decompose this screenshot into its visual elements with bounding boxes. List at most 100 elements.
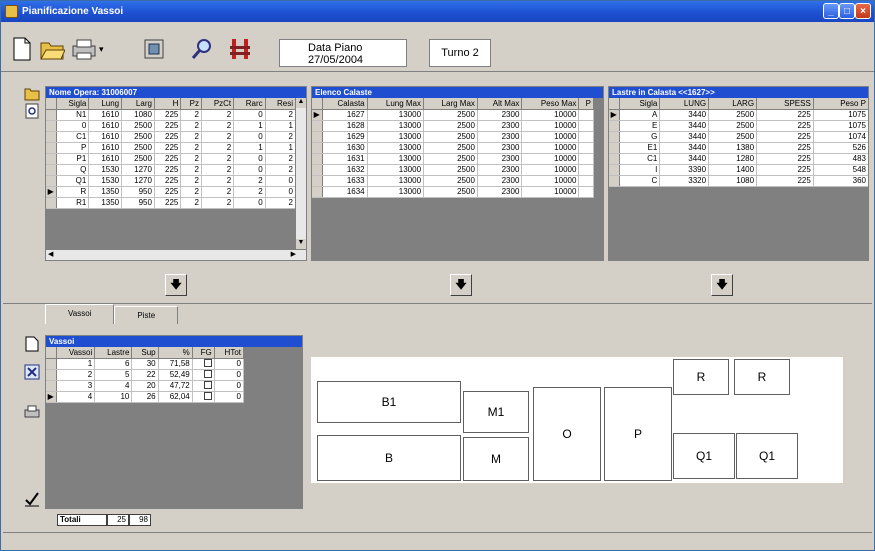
table-cell[interactable]: 6 [94,358,133,370]
row-indicator[interactable]: ▶ [46,391,57,403]
table-cell[interactable]: Q1 [56,175,90,187]
table-cell[interactable]: 225 [756,142,814,154]
table-cell[interactable]: R [56,186,90,198]
table-cell[interactable]: 13000 [367,164,425,176]
table-cell[interactable] [578,175,594,187]
table-cell[interactable] [578,142,594,154]
table-cell[interactable]: 225 [154,186,182,198]
table-cell[interactable]: 1627 [322,109,368,121]
table-row[interactable]: 1628 13000 2500 2300 10000 [312,120,594,132]
confirm-check-icon[interactable] [23,490,41,508]
table-cell[interactable]: 1610 [88,120,123,132]
table-cell[interactable]: E1 [619,142,661,154]
open-folder-icon[interactable] [39,36,65,62]
table-cell[interactable]: 548 [813,164,868,176]
fg-checkbox[interactable] [203,369,212,378]
table-cell[interactable]: 225 [154,197,182,209]
table-cell[interactable]: 20 [131,380,159,392]
table-cell[interactable]: 1380 [708,142,758,154]
table-cell[interactable]: 1080 [708,175,758,187]
table-cell[interactable]: 3320 [659,175,710,187]
table-cell[interactable]: 13000 [367,120,425,132]
table-row[interactable]: Q1 1530 1270 225 2 2 2 0 [46,175,297,187]
table-cell[interactable]: 2 [180,142,202,154]
plate-b[interactable]: B [317,435,461,481]
table-cell[interactable]: 225 [756,175,814,187]
table-cell[interactable]: 2500 [708,131,758,143]
table-row[interactable]: I 3390 1400 225 548 [609,164,868,176]
row-indicator[interactable] [46,380,57,392]
table-cell[interactable]: 2300 [477,109,523,121]
plate-o[interactable]: O [533,387,601,481]
table-cell[interactable] [578,109,594,121]
table-cell[interactable] [578,186,594,198]
table-row[interactable]: ▶ R 1350 950 225 2 2 2 0 [46,186,297,198]
minimize-button[interactable]: _ [823,3,839,19]
table-cell[interactable]: 2 [201,153,235,165]
table-cell[interactable]: 2 [265,109,297,121]
table-row[interactable]: C 3320 1080 225 360 [609,175,868,187]
table-cell[interactable]: 1629 [322,131,368,143]
new-vassoio-icon[interactable] [23,335,41,353]
table-cell[interactable]: 2 [56,369,96,381]
column-header[interactable]: LARG [708,98,758,110]
export-icon[interactable] [141,36,167,62]
table-cell[interactable]: C1 [619,153,661,165]
table-row[interactable]: 1632 13000 2500 2300 10000 [312,164,594,176]
table-cell[interactable]: 2 [265,131,297,143]
table-cell[interactable]: 1634 [322,186,368,198]
table-cell[interactable]: 1075 [813,120,868,132]
column-header[interactable]: Calasta [322,98,368,110]
table-cell[interactable]: 2500 [423,120,478,132]
table-cell[interactable]: 13000 [367,153,425,165]
table-cell[interactable]: 1631 [322,153,368,165]
table-cell[interactable]: 1530 [88,164,123,176]
table-cell[interactable] [578,164,594,176]
table-cell[interactable]: 1350 [88,186,123,198]
table-cell[interactable]: P1 [56,153,90,165]
table-cell[interactable]: 0 [265,175,297,187]
row-indicator[interactable] [312,142,323,154]
table-cell[interactable]: 1632 [322,164,368,176]
table-cell[interactable]: 2500 [121,120,155,132]
column-header[interactable]: % [158,347,193,359]
table-cell[interactable]: 225 [154,153,182,165]
row-indicator[interactable] [312,153,323,165]
column-header[interactable]: Rarc [233,98,266,110]
table-cell[interactable]: 2300 [477,186,523,198]
row-indicator[interactable]: ▶ [46,186,57,198]
table-cell[interactable] [578,153,594,165]
row-indicator[interactable] [609,131,620,143]
table-row[interactable]: C1 3440 1280 225 483 [609,153,868,165]
column-header[interactable]: PzCt [201,98,235,110]
table-cell[interactable]: C1 [56,131,90,143]
new-document-icon[interactable] [9,36,35,62]
table-row[interactable]: 3 4 20 47,72 0 [46,380,245,392]
table-row[interactable]: 0 1610 2500 225 2 2 1 1 [46,120,297,132]
plate-r-right[interactable]: R [734,359,790,395]
row-indicator[interactable] [312,164,323,176]
table-row[interactable]: N1 1610 1080 225 2 2 0 2 [46,109,297,121]
table-cell[interactable]: 2 [201,142,235,154]
table-row[interactable]: ▶ 4 10 26 62,04 0 [46,391,245,403]
table-cell[interactable]: 5 [94,369,133,381]
table-cell[interactable]: 2500 [121,153,155,165]
table-cell[interactable]: 225 [154,142,182,154]
column-header[interactable]: Larg Max [423,98,478,110]
plate-m[interactable]: M [463,437,529,481]
table-cell[interactable]: 13000 [367,175,425,187]
fg-checkbox[interactable] [203,358,212,367]
table-cell[interactable]: 2 [180,164,202,176]
table-row[interactable]: P 1610 2500 225 2 2 1 1 [46,142,297,154]
move-down-lastre-button[interactable]: 🡇 [711,274,733,296]
table-cell[interactable]: 10000 [521,175,580,187]
table-cell[interactable]: 1 [265,120,297,132]
row-indicator[interactable] [46,358,57,370]
table-row[interactable]: 2 5 22 52,49 0 [46,369,245,381]
table-cell[interactable]: 1530 [88,175,123,187]
table-cell[interactable]: 1630 [322,142,368,154]
plate-p[interactable]: P [604,387,672,481]
table-cell[interactable]: 2500 [121,131,155,143]
table-cell[interactable]: 1075 [813,109,868,121]
table-cell[interactable]: 10000 [521,109,580,121]
